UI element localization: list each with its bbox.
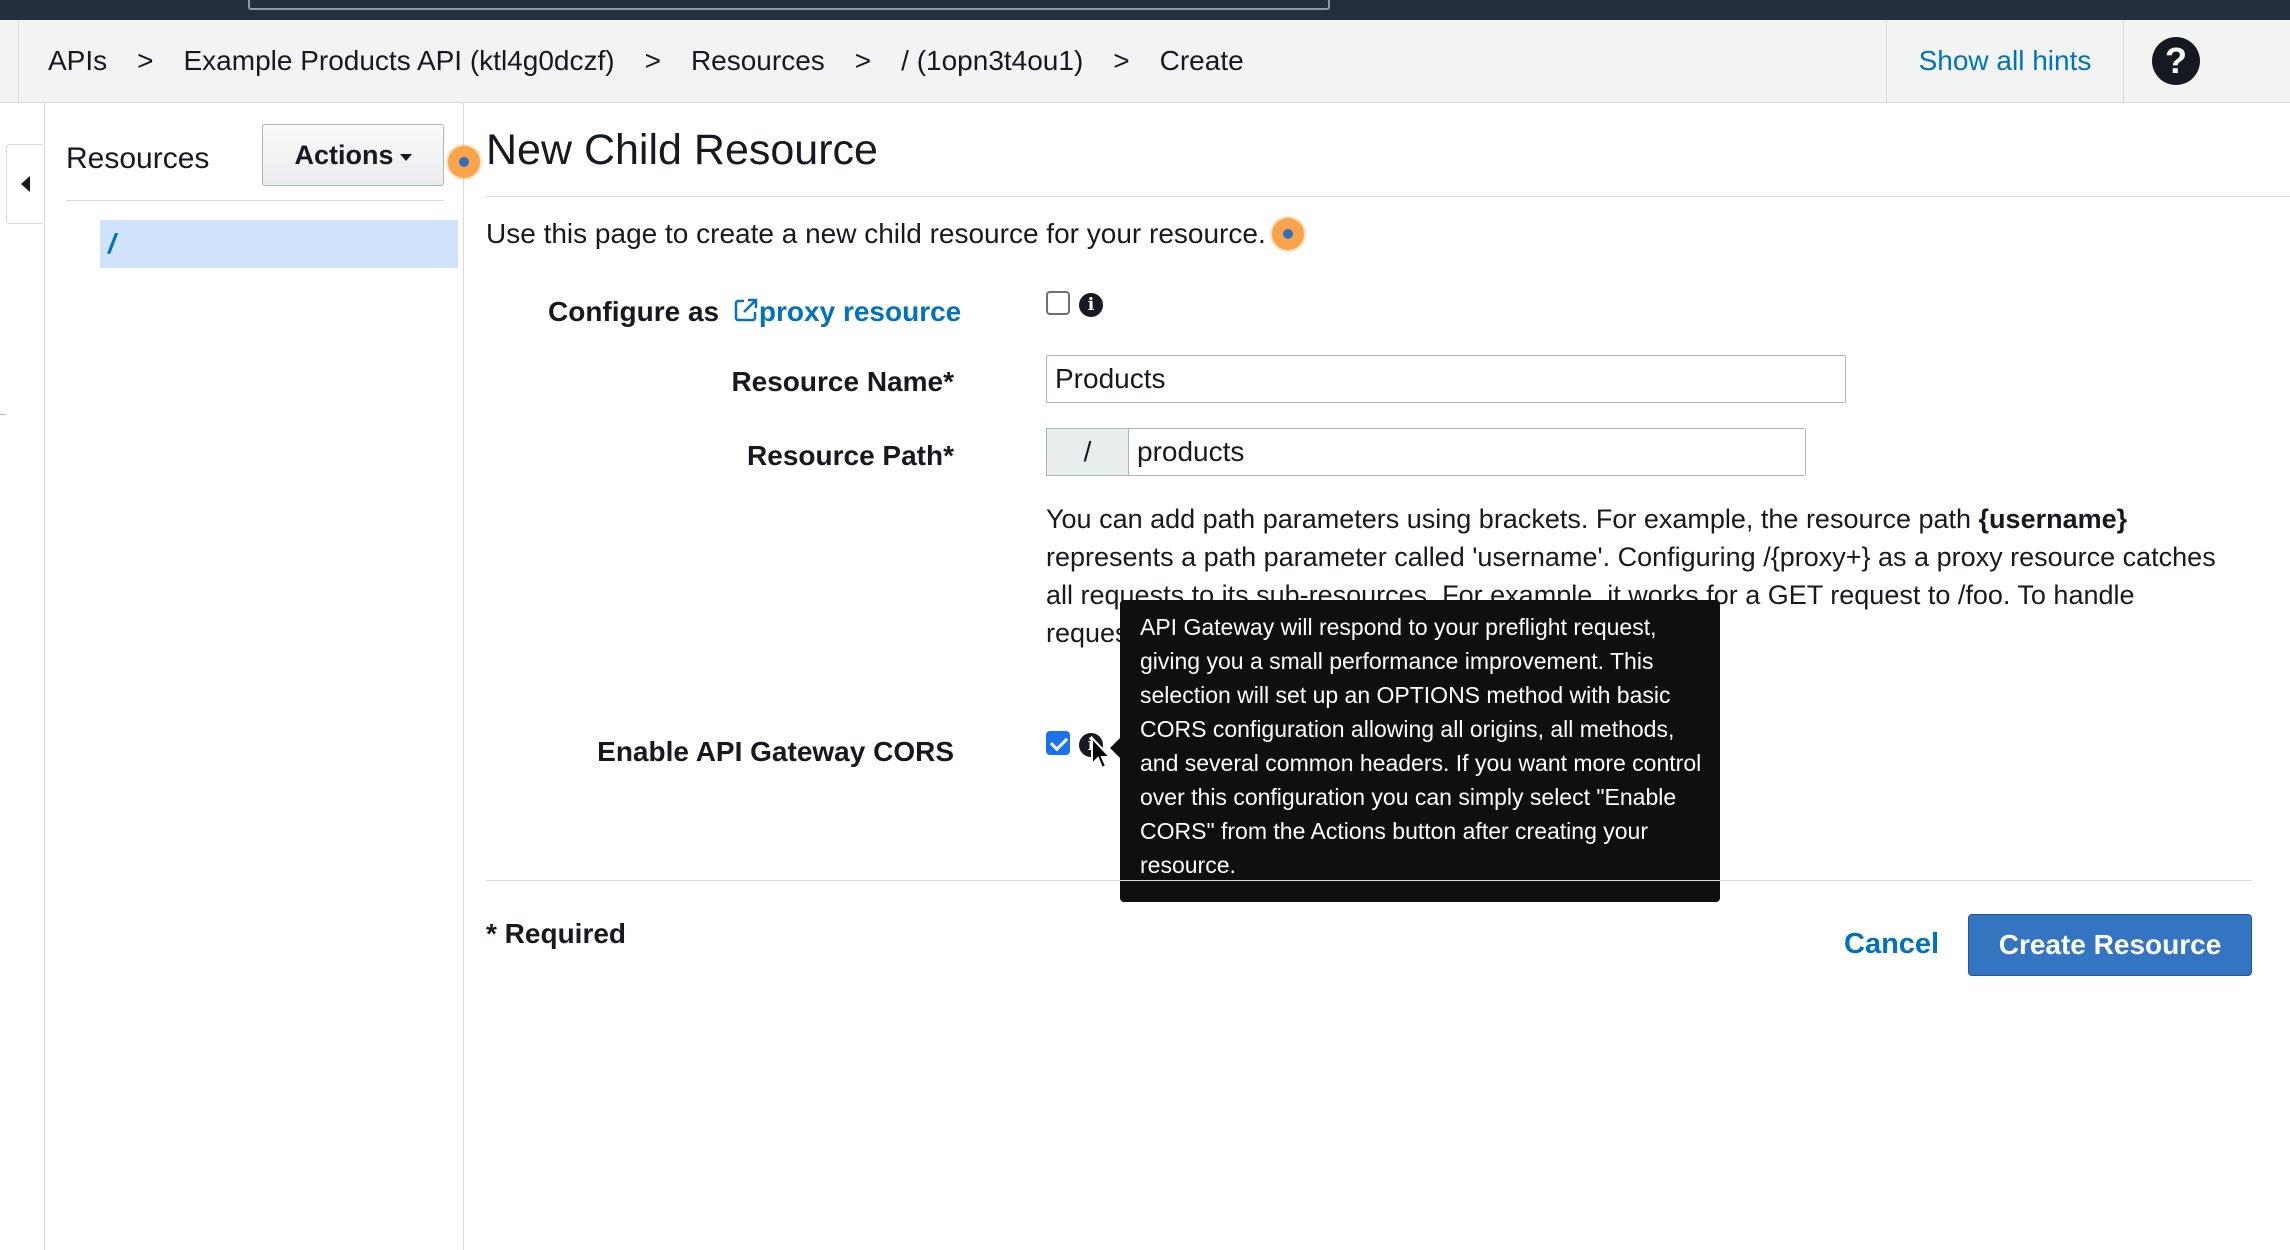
resource-name-input[interactable] [1046,355,1846,403]
mouse-cursor-icon [1091,736,1113,770]
breadcrumb-separator: > [644,45,661,76]
resource-name-label: Resource Name* [731,366,954,397]
breadcrumb-current: Create [1159,45,1244,76]
breadcrumb-separator: > [854,45,872,76]
console-search-box[interactable] [248,0,1330,10]
breadcrumb-api-name[interactable]: Example Products API (ktl4g0dczf) [184,45,615,77]
resource-path-label: Resource Path* [747,440,954,471]
info-icon[interactable]: i [1079,293,1103,317]
show-all-hints-link[interactable]: Show all hints [1886,20,2124,102]
proxy-resource-link[interactable]: proxy resource [727,296,961,327]
sidebar-collapse-button[interactable] [6,144,43,224]
cors-checkbox[interactable] [1046,731,1070,755]
breadcrumb-separator: > [137,45,154,76]
cors-label: Enable API Gateway CORS [597,736,954,767]
required-note: * Required [486,918,627,949]
title-divider [486,196,2290,197]
resource-tree-item-root[interactable]: / [100,220,458,268]
sidebar-divider [44,102,45,1250]
proxy-resource-label: Configure as proxy resource [548,296,961,328]
breadcrumb-apis[interactable]: APIs [48,45,107,77]
create-resource-button[interactable]: Create Resource [1968,914,2252,976]
form-divider [486,880,2252,881]
help-text-part: You can add path parameters using bracke… [1046,504,1979,534]
actions-dropdown-button[interactable]: Actions [262,124,444,186]
console-top-bar [0,0,2290,20]
cancel-button[interactable]: Cancel [1844,928,1939,961]
proxy-link-text: proxy resource [758,296,962,327]
proxy-resource-checkbox[interactable] [1046,291,1070,315]
page-intro: Use this page to create a new child reso… [486,218,1266,249]
hint-beacon-icon[interactable] [448,146,480,178]
breadcrumb-separator: > [1113,45,1130,76]
page-title: New Child Resource [486,126,878,174]
caret-down-icon [399,153,412,161]
breadcrumb-resources[interactable]: Resources [691,45,825,77]
hint-beacon-icon[interactable] [1272,218,1304,250]
help-text-emphasis: {username} [1978,504,2128,534]
divider-tick [0,414,6,415]
cors-tooltip: API Gateway will respond to your preflig… [1110,600,1720,902]
resource-path-prefix: / [1046,428,1128,476]
divider [18,20,19,102]
actions-label: Actions [294,139,394,170]
resource-path-input[interactable] [1128,428,1806,476]
external-link-icon [734,298,758,322]
caret-left-icon [21,176,30,192]
breadcrumb-bar: APIs > Example Products API (ktl4g0dczf)… [0,20,2290,103]
breadcrumb-root-resource[interactable]: / (1opn3t4ou1) [901,45,1083,77]
panel-divider [463,102,464,1250]
sidebar-title: Resources [66,142,210,175]
proxy-label-prefix: Configure as [548,296,727,327]
question-circle-icon[interactable]: ? [2152,37,2200,85]
sidebar-divider-horizontal [66,200,444,201]
breadcrumb: APIs > Example Products API (ktl4g0dczf)… [48,20,1244,102]
